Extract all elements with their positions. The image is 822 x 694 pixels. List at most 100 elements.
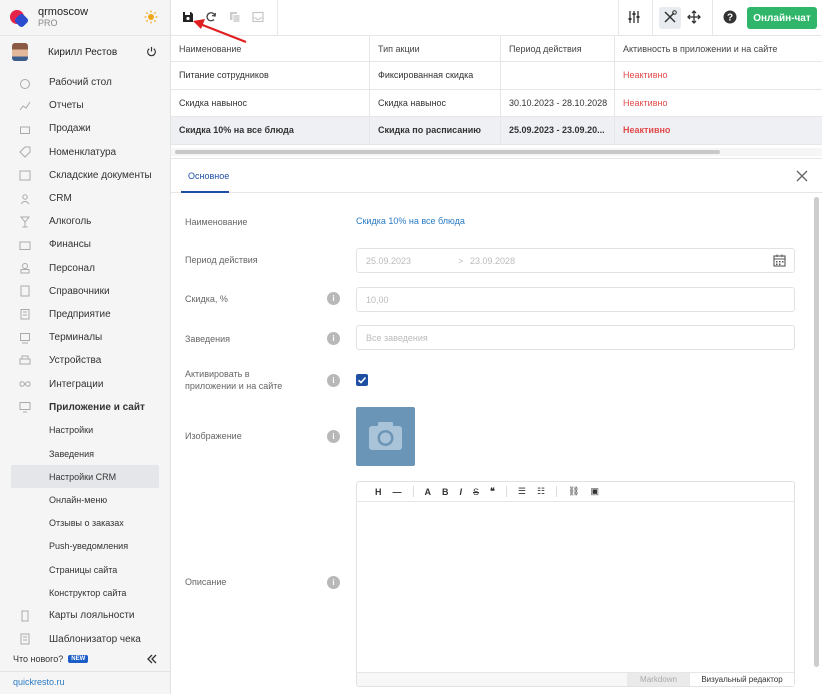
info-icon[interactable]: i (327, 374, 340, 387)
panel-vertical-scrollbar[interactable] (814, 197, 819, 667)
info-icon[interactable]: i (327, 292, 340, 305)
refresh-icon (206, 12, 217, 22)
save-button[interactable] (180, 9, 196, 25)
nav-sub-site-builder[interactable]: Конструктор сайта (0, 581, 170, 604)
close-icon[interactable] (796, 170, 808, 182)
site-link[interactable]: quickresto.ru (13, 677, 65, 687)
glass-icon (19, 216, 31, 228)
activate-checkbox[interactable] (356, 374, 368, 386)
bold-button[interactable]: B (442, 487, 449, 497)
nav-item-enterprise[interactable]: Предприятие (0, 303, 170, 326)
user-profile[interactable]: Кирилл Рестов (0, 36, 170, 68)
info-icon[interactable]: i (327, 332, 340, 345)
tab-main[interactable]: Основное (188, 171, 229, 181)
image-button[interactable]: ▣ (590, 486, 599, 497)
nav-item-integrations[interactable]: Интеграции (0, 372, 170, 395)
nav-sub-venues[interactable]: Заведения (0, 442, 170, 465)
nav-label: Рабочий стол (49, 77, 112, 89)
description-editor[interactable]: H — A B I S ❝ ☰ ☷ ⛓ ▣ Markdown Визуальны… (356, 481, 795, 687)
nav-item-staff[interactable]: Персонал (0, 257, 170, 280)
cell-activity: Неактивно (623, 97, 668, 108)
info-icon[interactable]: i (327, 576, 340, 589)
tools-button[interactable] (662, 9, 678, 25)
nav-sub-site-pages[interactable]: Страницы сайта (0, 558, 170, 581)
strike-button[interactable]: S (473, 487, 479, 497)
hr-button[interactable]: — (393, 487, 402, 497)
nav-sub-push[interactable]: Push-уведомления (0, 535, 170, 558)
box-icon (19, 170, 31, 181)
italic-button[interactable]: I (460, 487, 463, 497)
nav-item-finance[interactable]: Финансы (0, 233, 170, 256)
discount-input[interactable]: 10,00 (356, 287, 795, 312)
image-upload[interactable] (356, 407, 415, 466)
column-header[interactable]: Наименование (171, 36, 370, 61)
book-icon (20, 285, 30, 297)
nav-label: Отчеты (49, 100, 84, 112)
nav-item-warehouse[interactable]: Складские документы (0, 164, 170, 187)
power-icon[interactable] (146, 46, 157, 57)
nav-item-sales[interactable]: Продажи (0, 117, 170, 140)
column-header[interactable]: Тип акции (370, 36, 501, 61)
column-header[interactable]: Период действия (501, 36, 615, 61)
visual-mode-tab[interactable]: Визуальный редактор (690, 673, 794, 686)
nav-sub-crm-settings[interactable]: Настройки CRM (11, 465, 159, 489)
quote-button[interactable]: ❝ (490, 486, 495, 497)
camera-icon (369, 422, 402, 450)
nav-item-devices[interactable]: Устройства (0, 349, 170, 372)
nav-label: Предприятие (49, 308, 111, 320)
nav-label: Приложение и сайт (49, 401, 145, 413)
promotions-table: Наименование Тип акции Период действия А… (171, 36, 822, 145)
info-icon[interactable]: i (327, 430, 340, 443)
nav-item-nomenclature[interactable]: Номенклатура (0, 141, 170, 164)
online-chat-button[interactable]: Онлайн-чат (747, 7, 817, 29)
activate-label: Активировать в приложении и на сайте (185, 369, 283, 391)
nav-item-receipt-template[interactable]: Шаблонизатор чека (0, 628, 170, 651)
nav-sub-settings[interactable]: Настройки (0, 419, 170, 442)
venues-select[interactable]: Все заведения (356, 325, 795, 350)
org-header[interactable]: qrmoscow PRO (0, 0, 170, 36)
text-color-button[interactable]: A (425, 487, 432, 497)
nav-sub-reviews[interactable]: Отзывы о заказах (0, 512, 170, 535)
link-button[interactable]: ⛓ (568, 486, 579, 497)
sidebar-footer: Что нового? NEW quickresto.ru (0, 652, 170, 694)
staff-icon (20, 263, 30, 274)
table-horizontal-scrollbar[interactable] (171, 148, 822, 156)
numbered-list-button[interactable]: ☷ (537, 486, 545, 497)
whats-new-link[interactable]: Что нового? NEW (13, 654, 89, 664)
nav-item-loyalty[interactable]: Карты лояльности (0, 604, 170, 627)
nav-item-app-site[interactable]: Приложение и сайт (0, 396, 170, 419)
table-row[interactable]: Скидка навынос Скидка навынос 30.10.2023… (171, 89, 822, 117)
name-value[interactable]: Скидка 10% на все блюда (356, 216, 465, 226)
cell-name: Скидка навынос (171, 89, 370, 116)
column-header[interactable]: Активность в приложении и на сайте (615, 36, 822, 61)
table-row[interactable]: Питание сотрудников Фиксированная скидка… (171, 62, 822, 90)
period-field[interactable]: 25.09.2023 > 23.09.2028 (356, 248, 795, 273)
wallet-icon (19, 241, 31, 250)
nav-item-alcohol[interactable]: Алкоголь (0, 210, 170, 233)
heading-button[interactable]: H (375, 487, 382, 497)
people-icon (20, 193, 30, 204)
refresh-button[interactable] (203, 9, 219, 25)
nav-sub-online-menu[interactable]: Онлайн-меню (0, 488, 170, 511)
bullet-list-button[interactable]: ☰ (518, 486, 526, 497)
collapse-sidebar-icon[interactable] (147, 654, 157, 664)
archive-button[interactable] (250, 9, 266, 25)
nav-label: Персонал (49, 262, 95, 274)
tools-icon (664, 10, 677, 23)
nav-item-directories[interactable]: Справочники (0, 280, 170, 303)
new-badge: NEW (68, 655, 89, 663)
nav-item-terminals[interactable]: Терминалы (0, 326, 170, 349)
cell-name: Скидка 10% на все блюда (171, 117, 370, 144)
markdown-mode-tab[interactable]: Markdown (627, 673, 690, 686)
nav-item-desktop[interactable]: Рабочий стол (0, 71, 170, 94)
calendar-icon[interactable] (773, 254, 786, 267)
help-button[interactable]: ? (722, 9, 738, 25)
nav-item-crm[interactable]: CRM (0, 187, 170, 210)
nav-label: Справочники (49, 285, 110, 297)
nav-item-reports[interactable]: Отчеты (0, 94, 170, 117)
move-button[interactable] (686, 9, 702, 25)
table-row-selected[interactable]: Скидка 10% на все блюда Скидка по распис… (171, 117, 822, 145)
sun-icon[interactable] (144, 10, 158, 24)
filter-settings-button[interactable] (626, 9, 642, 25)
copy-button[interactable] (227, 9, 243, 25)
